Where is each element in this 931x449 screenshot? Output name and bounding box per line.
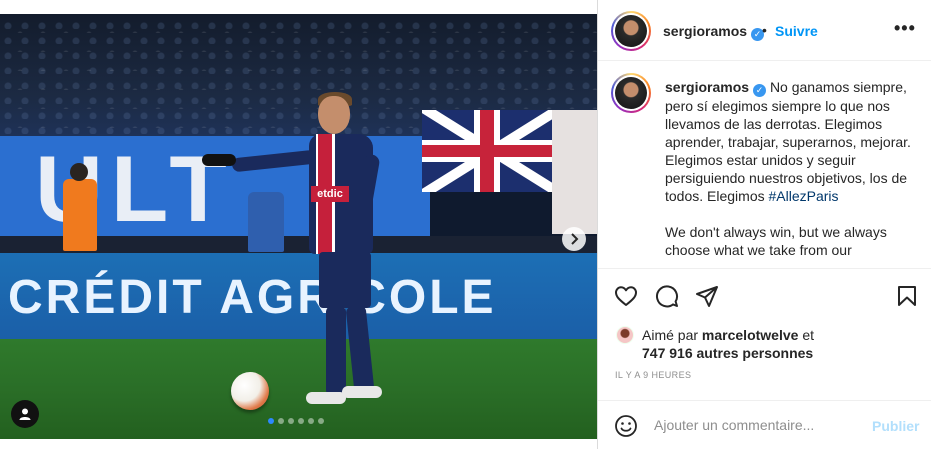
caption-body-es: No ganamos siempre, pero sí elegimos sie… (665, 79, 911, 204)
caption-body-en: We don't always win, but we always choos… (665, 224, 887, 258)
caption-username[interactable]: sergioramos (665, 79, 749, 95)
likes-count[interactable]: 747 916 autres personnes (642, 345, 813, 361)
user-tags-button[interactable] (11, 400, 39, 428)
bookmark-icon (898, 286, 916, 306)
post-header: sergioramos ✓ • Suivre ••• (598, 0, 931, 61)
football (231, 372, 269, 410)
verified-badge-icon: ✓ (753, 84, 767, 97)
header-separator: • (762, 22, 767, 38)
smiley-icon (615, 415, 637, 437)
heart-icon (615, 286, 637, 306)
chevron-right-icon (571, 233, 579, 245)
carousel-dot (308, 418, 314, 424)
caption-section: sergioramos ✓ No ganamos siempre, pero sí… (598, 62, 931, 269)
carousel-dot (278, 418, 284, 424)
post-media[interactable]: ULT CRÉDIT AGRICOLE etdic (0, 14, 597, 439)
comment-icon (656, 285, 678, 308)
comment-input[interactable] (654, 415, 864, 435)
jersey-sponsor: etdic (311, 186, 349, 202)
publish-button[interactable]: Publier (872, 418, 919, 434)
send-icon (696, 286, 718, 307)
caption-avatar[interactable] (611, 73, 651, 113)
comment-bar: Publier (598, 400, 931, 449)
player-figure: etdic (0, 14, 597, 439)
caption-text: sergioramos ✓ No ganamos siempre, pero sí… (665, 78, 917, 259)
post-side-panel: sergioramos ✓ • Suivre ••• sergioramos ✓ N… (597, 0, 931, 449)
comment-button[interactable] (655, 284, 679, 308)
carousel-dot (288, 418, 294, 424)
carousel-indicator (268, 418, 324, 424)
carousel-dot (268, 418, 274, 424)
liker-avatar[interactable] (616, 326, 634, 344)
user-tag-icon (19, 408, 31, 420)
likes-line: Aimé par marcelotwelve et (642, 327, 814, 343)
save-button[interactable] (895, 284, 919, 308)
liker-username[interactable]: marcelotwelve (702, 327, 799, 343)
like-button[interactable] (614, 284, 638, 308)
share-button[interactable] (695, 284, 719, 308)
carousel-next-button[interactable] (562, 227, 586, 251)
action-bar (598, 284, 931, 308)
post-timestamp[interactable]: IL Y A 9 HEURES (615, 370, 691, 380)
follow-button[interactable]: Suivre (775, 23, 818, 39)
more-options-icon[interactable]: ••• (894, 18, 916, 39)
caption-hashtag[interactable]: #AllezParis (769, 188, 839, 204)
emoji-button[interactable] (614, 414, 638, 438)
carousel-dot (318, 418, 324, 424)
author-username[interactable]: sergioramos ✓ (663, 23, 765, 41)
author-avatar[interactable] (611, 11, 651, 51)
carousel-dot (298, 418, 304, 424)
